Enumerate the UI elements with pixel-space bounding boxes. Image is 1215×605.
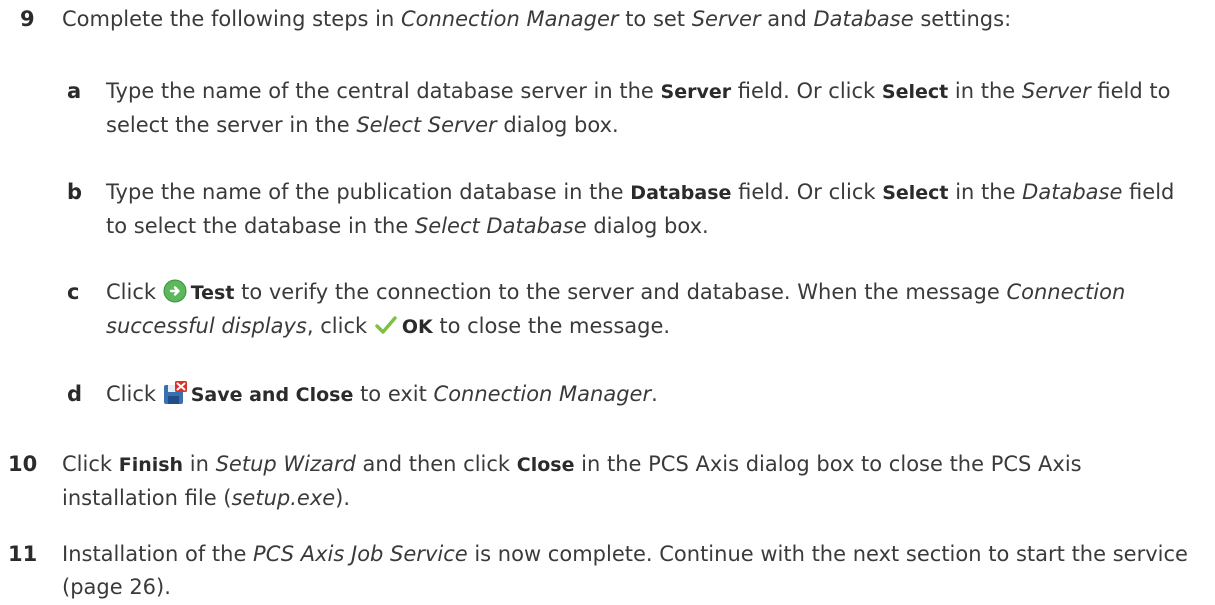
green-arrow-circle-icon bbox=[163, 279, 187, 303]
substep-letter: c bbox=[67, 280, 80, 304]
substep-text: Click Save and Close to exit Connection … bbox=[106, 381, 658, 406]
step-text: Click Finish in Setup Wizard and then cl… bbox=[62, 452, 1082, 510]
finish-button-label: Finish bbox=[118, 454, 184, 476]
step-text: Complete the following steps in Connecti… bbox=[62, 7, 1012, 31]
ok-button-label: OK bbox=[401, 316, 433, 338]
save-and-close-button-label: Save and Close bbox=[190, 384, 354, 406]
substep-text: Type the name of the publication databas… bbox=[106, 180, 1175, 238]
checkmark-icon bbox=[375, 316, 397, 334]
close-button-label: Close bbox=[516, 454, 575, 476]
step-text: Installation of the PCS Axis Job Service… bbox=[62, 542, 1188, 599]
substep-letter: a bbox=[67, 79, 82, 103]
substep-letter: b bbox=[67, 180, 83, 204]
substep-text: Click Test to verify the connection to t… bbox=[106, 279, 1126, 338]
select-button-label: Select bbox=[882, 182, 949, 204]
select-button-label: Select bbox=[881, 81, 949, 103]
step-number: 9 bbox=[20, 7, 35, 31]
save-and-close-icon bbox=[163, 381, 187, 404]
server-field-label: Server bbox=[660, 81, 732, 103]
test-button-label: Test bbox=[190, 282, 235, 304]
step-number: 10 bbox=[8, 452, 38, 476]
substep-text: Type the name of the central database se… bbox=[106, 79, 1171, 137]
step-number: 11 bbox=[8, 542, 38, 566]
substep-letter: d bbox=[67, 382, 83, 406]
database-field-label: Database bbox=[630, 182, 732, 204]
